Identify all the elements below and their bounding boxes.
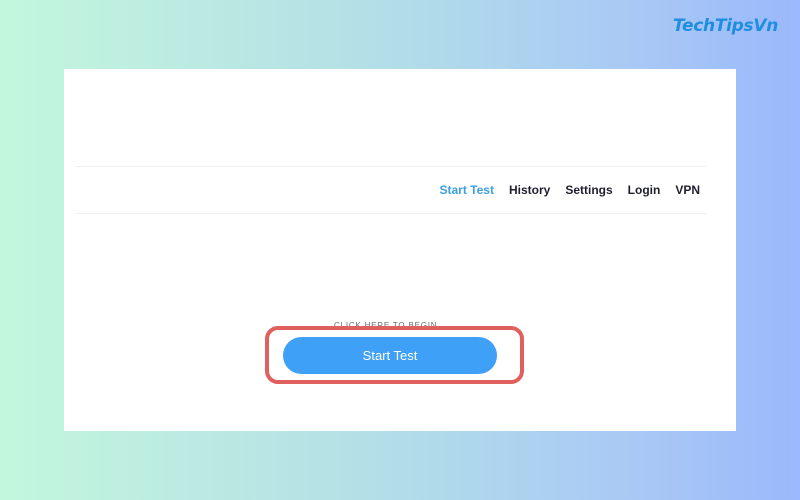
nav-item-login[interactable]: Login [628,183,661,197]
start-test-button[interactable]: Start Test [283,337,497,374]
nav-item-start-test[interactable]: Start Test [440,183,494,197]
nav-item-settings[interactable]: Settings [565,183,612,197]
top-nav: Start Test History Settings Login VPN [76,166,706,214]
nav-item-vpn[interactable]: VPN [675,183,700,197]
nav-item-history[interactable]: History [509,183,550,197]
page-card: Start Test History Settings Login VPN CL… [64,69,736,431]
watermark-logo: TechTipsVn [672,16,778,36]
